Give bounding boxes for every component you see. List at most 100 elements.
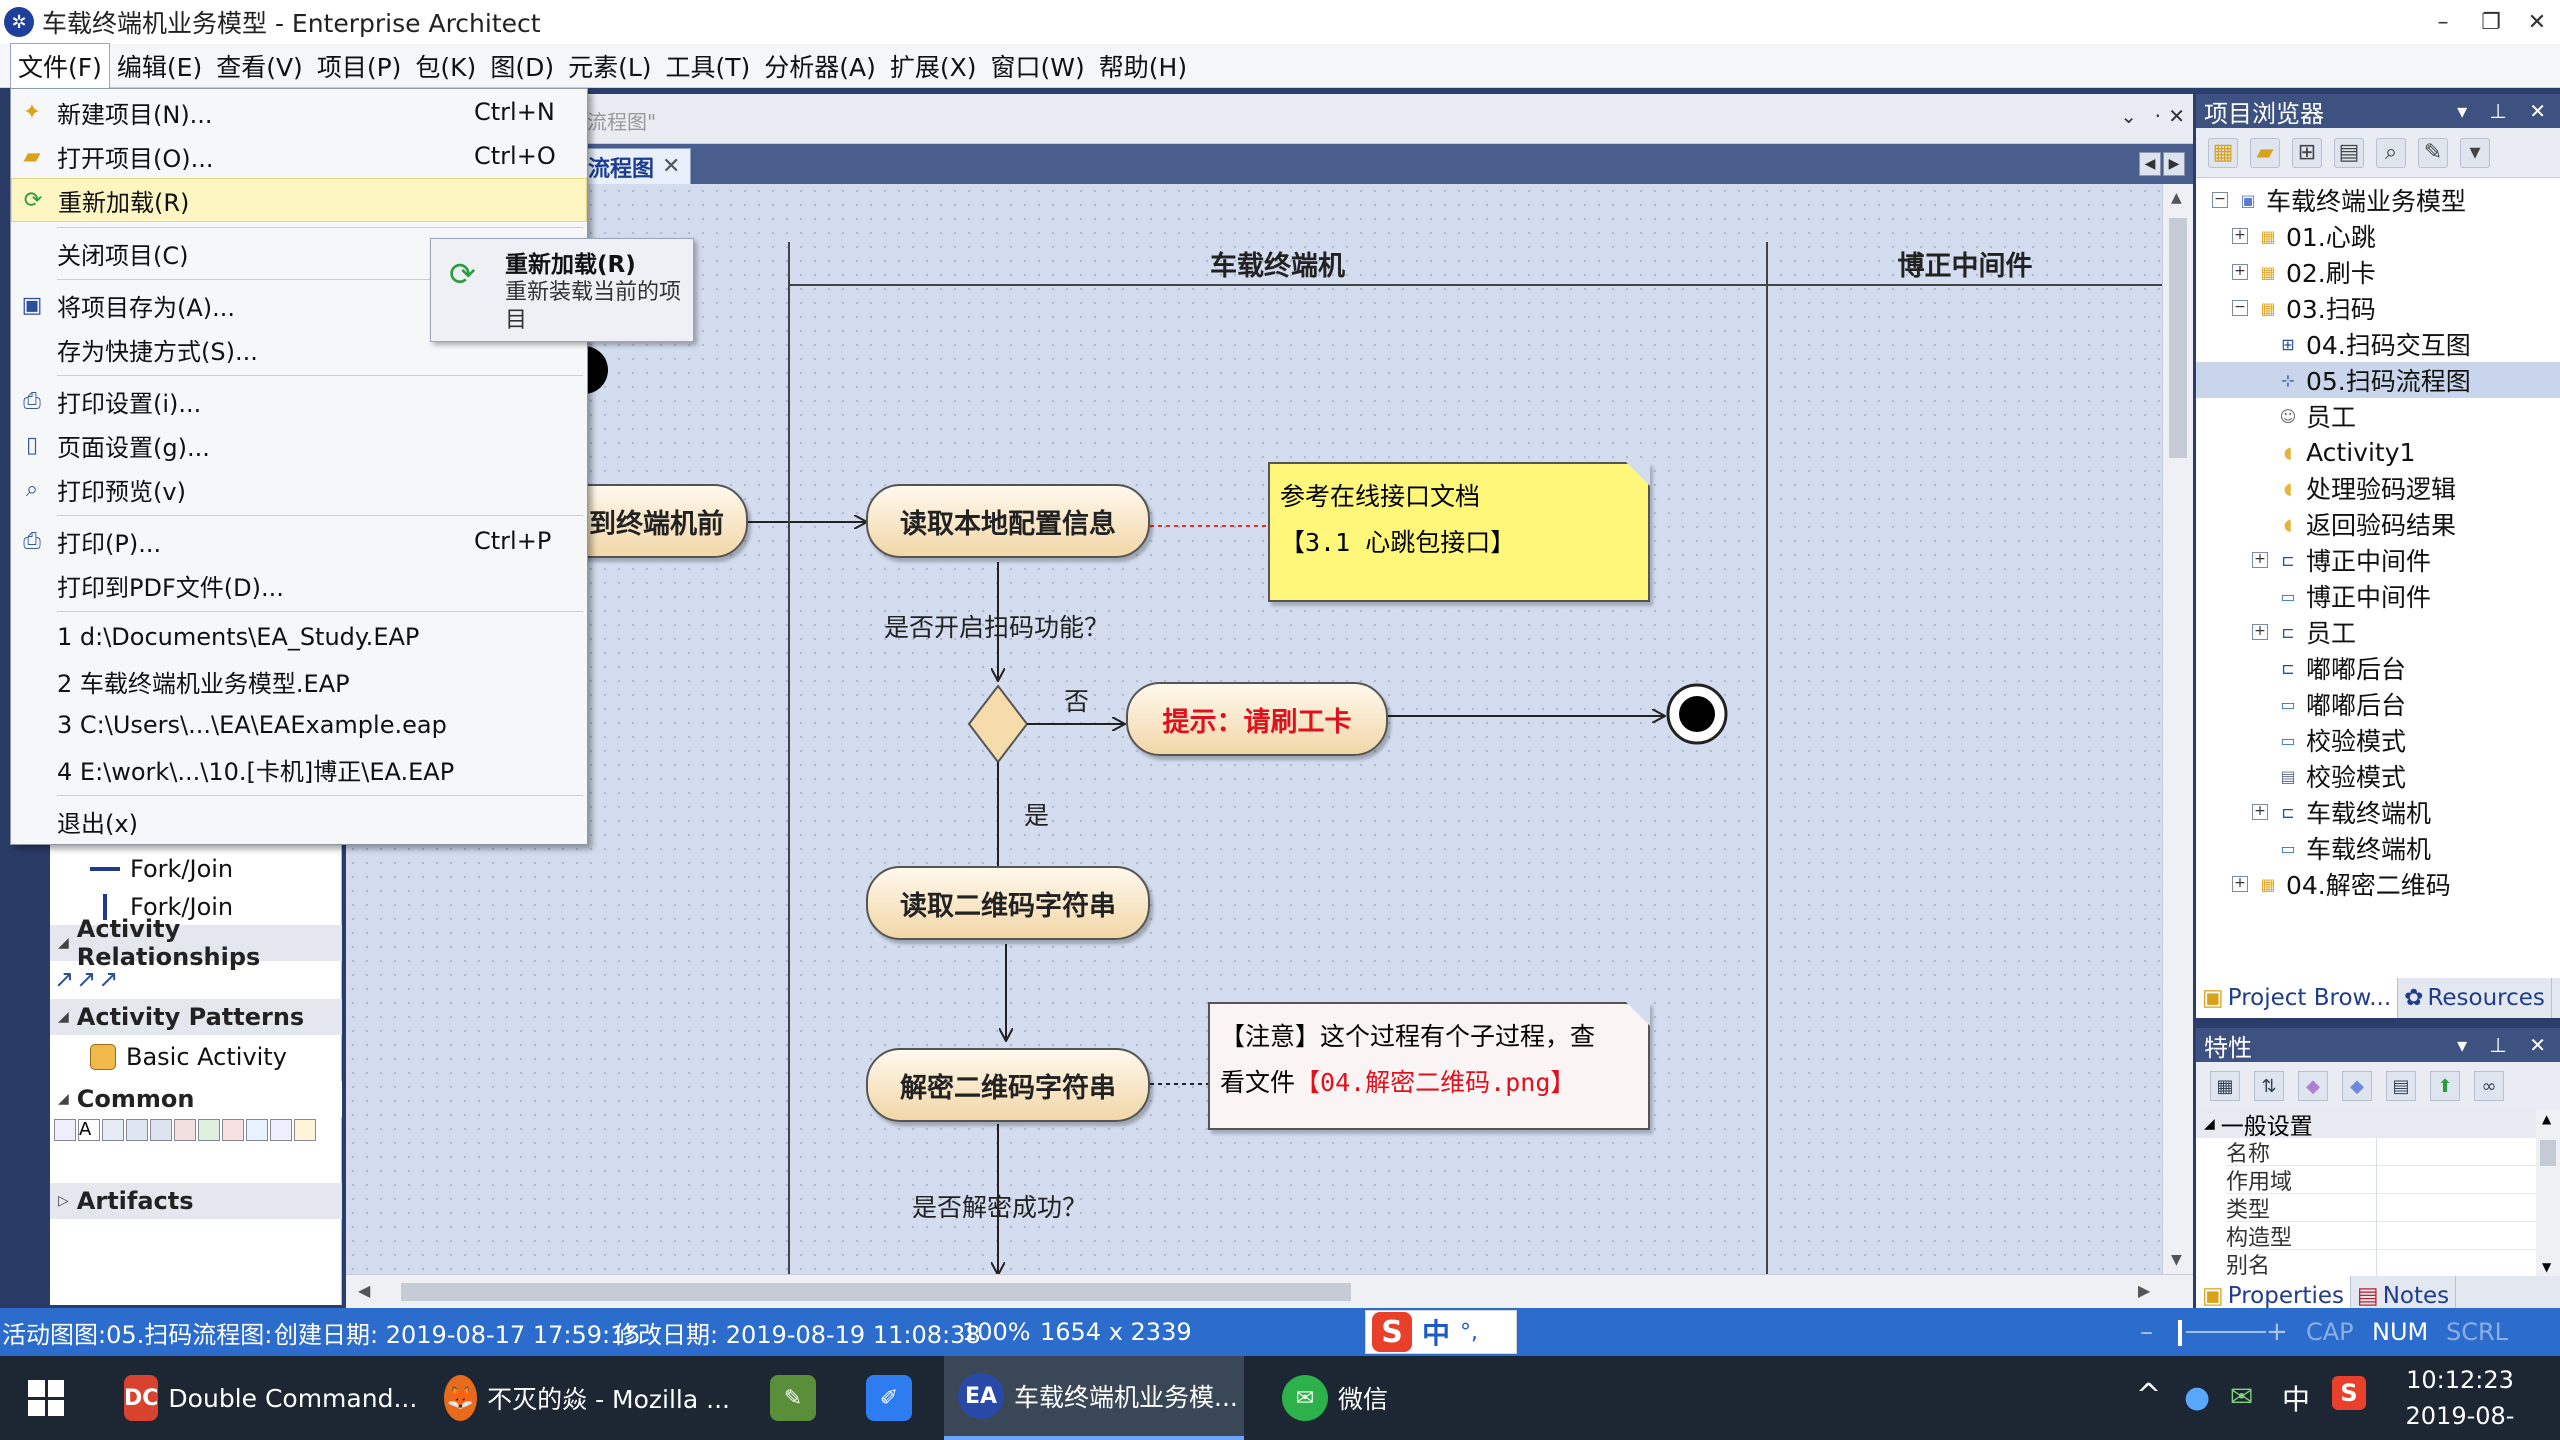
expand-node-icon[interactable]: +: [2252, 624, 2268, 640]
diagram-tab[interactable]: 流程图 ✕: [583, 148, 691, 184]
menu-item-page-setup[interactable]: ▯ 页面设置(g)...: [11, 423, 587, 467]
guard-no[interactable]: 否: [1064, 682, 1089, 718]
scroll-down-icon[interactable]: ▼: [2542, 1260, 2551, 1274]
menu-help[interactable]: 帮助(H): [1092, 44, 1194, 88]
menu-window[interactable]: 窗口(W): [984, 44, 1092, 88]
tray-wechat-icon[interactable]: ✉: [2230, 1380, 2253, 1413]
ime-punctuation[interactable]: °,: [1460, 1320, 1478, 1345]
menu-item-new-project[interactable]: ✦ 新建项目(N)... Ctrl+N: [11, 90, 587, 134]
properties-titlebar[interactable]: 特性 ▾ ⊥ ✕: [2196, 1028, 2560, 1062]
tray-sogou-icon[interactable]: S: [2332, 1376, 2366, 1410]
tab-project-browser[interactable]: ▣ Project Brow...: [2196, 978, 2399, 1018]
tab-options[interactable]: ·: [2155, 104, 2161, 128]
taskbar-app-firefox[interactable]: 🦊 不灭的焱 - Mozilla ...: [430, 1356, 730, 1440]
property-row-type[interactable]: 类型: [2226, 1194, 2536, 1223]
toolbox-section-activity-patterns[interactable]: ◢ Activity Patterns: [50, 999, 342, 1035]
windows-start-icon[interactable]: [28, 1380, 64, 1416]
text-tool-icon[interactable]: A: [78, 1119, 100, 1141]
guard-decrypt-success[interactable]: 是否解密成功？: [912, 1188, 1087, 1224]
diagram-horizontal-scrollbar[interactable]: ◀ ▶: [346, 1274, 2193, 1308]
scroll-up-icon[interactable]: ▲: [2171, 190, 2182, 206]
close-document-button[interactable]: ✕: [2168, 104, 2185, 128]
menu-item-recent-2[interactable]: 2 车载终端机业务模型.EAP: [11, 659, 587, 703]
diagram-icon[interactable]: ⊞: [2292, 137, 2322, 168]
tab-list-dropdown[interactable]: ⌄: [2120, 104, 2137, 128]
tree-node[interactable]: − ▦ 03.扫码: [2196, 290, 2560, 326]
restore-button[interactable]: ❐: [2468, 0, 2514, 44]
tree-node[interactable]: ◖ Activity1: [2196, 434, 2560, 470]
tree-node[interactable]: + ⊏ 车载终端机: [2196, 794, 2560, 830]
tree-node[interactable]: ◖ 返回验码结果: [2196, 506, 2560, 542]
tree-node[interactable]: ◖ 处理验码逻辑: [2196, 470, 2560, 506]
note-subprocess-warning[interactable]: 【注意】这个过程有个子过程，查 看文件【04.解密二维码.png】: [1208, 1002, 1650, 1130]
diagram-vertical-scrollbar[interactable]: ▲ ▼: [2162, 184, 2193, 1274]
menu-file[interactable]: 文件(F): [10, 43, 110, 88]
new-package-icon[interactable]: ▦: [2208, 137, 2238, 168]
zoom-slider-thumb[interactable]: [2178, 1320, 2182, 1346]
tree-node[interactable]: ☺ 员工: [2196, 398, 2560, 434]
lane-header-middleware[interactable]: 博正中间件: [1768, 242, 2162, 286]
property-category[interactable]: ◢ 一般设置: [2196, 1110, 2536, 1140]
taskbar-app-editor[interactable]: ✎: [756, 1356, 826, 1440]
tree-node[interactable]: ⊏ 嘟嘟后台: [2196, 650, 2560, 686]
sort-icon[interactable]: ⇅: [2254, 1071, 2284, 1101]
menu-item-print-pdf[interactable]: 打印到PDF文件(D)...: [11, 563, 587, 607]
up-arrow-icon[interactable]: ⬆: [2430, 1071, 2460, 1101]
tab-nav-next-button[interactable]: ▶: [2163, 152, 2185, 176]
project-browser-titlebar[interactable]: 项目浏览器 ▾ ⊥ ✕: [2196, 94, 2560, 128]
menu-view[interactable]: 查看(V): [209, 44, 310, 88]
activity-read-config[interactable]: 读取本地配置信息: [866, 484, 1150, 558]
close-tab-icon[interactable]: ✕: [662, 154, 680, 179]
tree-node[interactable]: ⊹ 05.扫码流程图: [2196, 362, 2560, 398]
constraint-tool-icon[interactable]: [246, 1119, 268, 1141]
activity-hint-swipe-card[interactable]: 提示：请刷工卡: [1126, 682, 1388, 756]
tree-node[interactable]: + ⊏ 博正中间件: [2196, 542, 2560, 578]
minimize-button[interactable]: –: [2420, 0, 2466, 44]
note-interface-doc[interactable]: 参考在线接口文档 【3.1 心跳包接口】: [1268, 462, 1650, 602]
common-tools-icon-grid[interactable]: A: [54, 1119, 340, 1167]
zoom-in-button[interactable]: +: [2266, 1317, 2288, 1347]
activity-decrypt-qr-string[interactable]: 解密二维码字符串: [866, 1048, 1150, 1122]
taskbar-app-enterprise-architect[interactable]: EA 车载终端机业务模...: [944, 1356, 1244, 1440]
menu-item-open-project[interactable]: ▰ 打开项目(O)... Ctrl+O: [11, 134, 587, 178]
categorized-view-icon[interactable]: ▦: [2210, 1071, 2240, 1101]
scroll-left-icon[interactable]: ◀: [358, 1281, 370, 1300]
property-row-name[interactable]: 名称: [2226, 1138, 2536, 1167]
menu-edit[interactable]: 编辑(E): [110, 44, 209, 88]
menu-item-recent-3[interactable]: 3 C:\Users\...\EA\EAExample.eap: [11, 703, 587, 747]
new-folder-icon[interactable]: ▰: [2250, 137, 2280, 168]
property-row-alias[interactable]: 别名: [2226, 1250, 2536, 1279]
change-tool-icon[interactable]: [222, 1119, 244, 1141]
taskbar-app-wechat[interactable]: ✉ 微信: [1268, 1356, 1458, 1440]
taskbar-clock[interactable]: 10:12:23 2019-08-20: [2400, 1362, 2520, 1440]
relationship-arrows-icon[interactable]: ↗↗↗: [54, 965, 120, 993]
ime-mode[interactable]: 中: [1422, 1312, 1450, 1352]
expand-node-icon[interactable]: +: [2232, 264, 2248, 280]
expand-node-icon[interactable]: +: [2252, 552, 2268, 568]
menu-element[interactable]: 元素(L): [561, 44, 658, 88]
toolbox-basic-activity[interactable]: Basic Activity: [90, 1043, 287, 1071]
element-icon[interactable]: ▤: [2334, 137, 2364, 168]
collapse-node-icon[interactable]: −: [2232, 300, 2248, 316]
properties-scrollbar[interactable]: ▲ ▼: [2536, 1110, 2560, 1276]
close-window-button[interactable]: ✕: [2514, 0, 2560, 44]
menu-analyzer[interactable]: 分析器(A): [757, 44, 883, 88]
property-row-scope[interactable]: 作用域: [2226, 1166, 2536, 1195]
tree-node[interactable]: ⊞ 04.扫码交互图: [2196, 326, 2560, 362]
scroll-up-icon[interactable]: ▲: [2542, 1112, 2551, 1126]
properties-scroll-thumb[interactable]: [2540, 1140, 2556, 1166]
tree-node[interactable]: − ▣ 车载终端业务模型: [2196, 182, 2560, 218]
tray-network-icon[interactable]: ●: [2184, 1380, 2210, 1415]
menu-extensions[interactable]: 扩展(X): [883, 44, 984, 88]
edit-icon[interactable]: ✎: [2418, 137, 2448, 168]
menu-item-reload[interactable]: ⟳ 重新加载(R): [11, 178, 587, 222]
menu-tools[interactable]: 工具(T): [659, 44, 758, 88]
dependency-tool-icon[interactable]: [270, 1119, 292, 1141]
vertical-scroll-thumb[interactable]: [2169, 218, 2187, 458]
grid-icon[interactable]: ▤: [2386, 1071, 2416, 1101]
requirement-tool-icon[interactable]: [198, 1119, 220, 1141]
tree-node[interactable]: + ▦ 04.解密二维码: [2196, 866, 2560, 902]
property-row-stereotype[interactable]: 构造型: [2226, 1222, 2536, 1251]
menu-item-recent-1[interactable]: 1 d:\Documents\EA_Study.EAP: [11, 615, 587, 659]
menu-item-recent-4[interactable]: 4 E:\work\...\10.[卡机]博正\EA.EAP: [11, 747, 587, 791]
